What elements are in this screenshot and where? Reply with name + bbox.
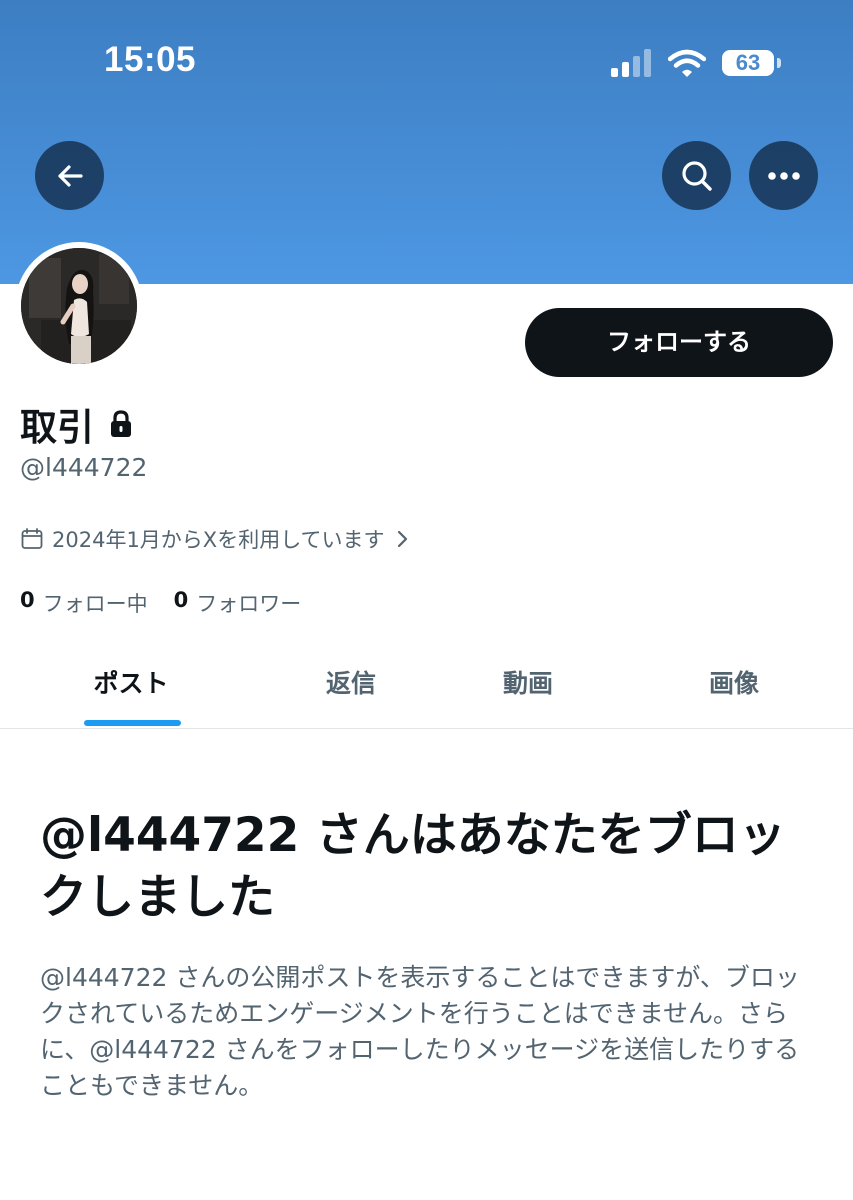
avatar-frame[interactable] [15,242,143,370]
avatar[interactable] [21,248,137,364]
more-button[interactable] [749,141,818,210]
avatar-photo [21,248,137,364]
tab-videos[interactable]: 動画 [503,664,553,700]
profile-tabs: ポスト 返信 動画 画像 [0,648,853,729]
calendar-icon [21,528,43,549]
follow-counts: 0 フォロー中 0 フォロワー [20,588,327,618]
following-label: フォロー中 [42,592,148,616]
display-name: 取引 [20,406,94,449]
search-icon [681,160,712,191]
lock-icon [111,410,131,437]
following-count: 0 [20,588,35,612]
joined-date-link[interactable]: 2024年1月からXを利用しています [20,524,409,554]
wifi-icon [668,49,706,77]
follow-button[interactable]: フォローする [525,308,833,377]
chevron-right-icon [397,530,407,548]
battery-indicator: 63 [722,50,774,76]
more-horizontal-icon [767,171,800,180]
profile-name: 取引 [20,397,134,451]
blocked-title: @l444722 さんはあなたをブロックしました [40,808,786,925]
followers-count: 0 [173,588,189,612]
active-tab-indicator [84,720,181,726]
tab-replies[interactable]: 返信 [326,664,376,700]
followers-label: フォロワー [196,592,302,616]
battery-tip [777,58,781,68]
profile-handle: @l444722 [20,453,148,482]
status-time: 15:05 [104,40,197,79]
back-button[interactable] [35,141,104,210]
arrow-left-icon [57,164,83,187]
search-button[interactable] [662,141,731,210]
blocked-description: @l444722 さんの公開ポストを表示することはできますが、ブロックされている… [40,963,800,1100]
tab-posts[interactable]: ポスト [93,664,168,700]
joined-text: 2024年1月からXを利用しています [52,528,385,552]
tab-images[interactable]: 画像 [709,664,759,700]
cellular-signal-icon [611,49,655,77]
following-count-link[interactable]: 0 フォロー中 [20,588,148,618]
followers-count-link[interactable]: 0 フォロワー [174,588,302,618]
